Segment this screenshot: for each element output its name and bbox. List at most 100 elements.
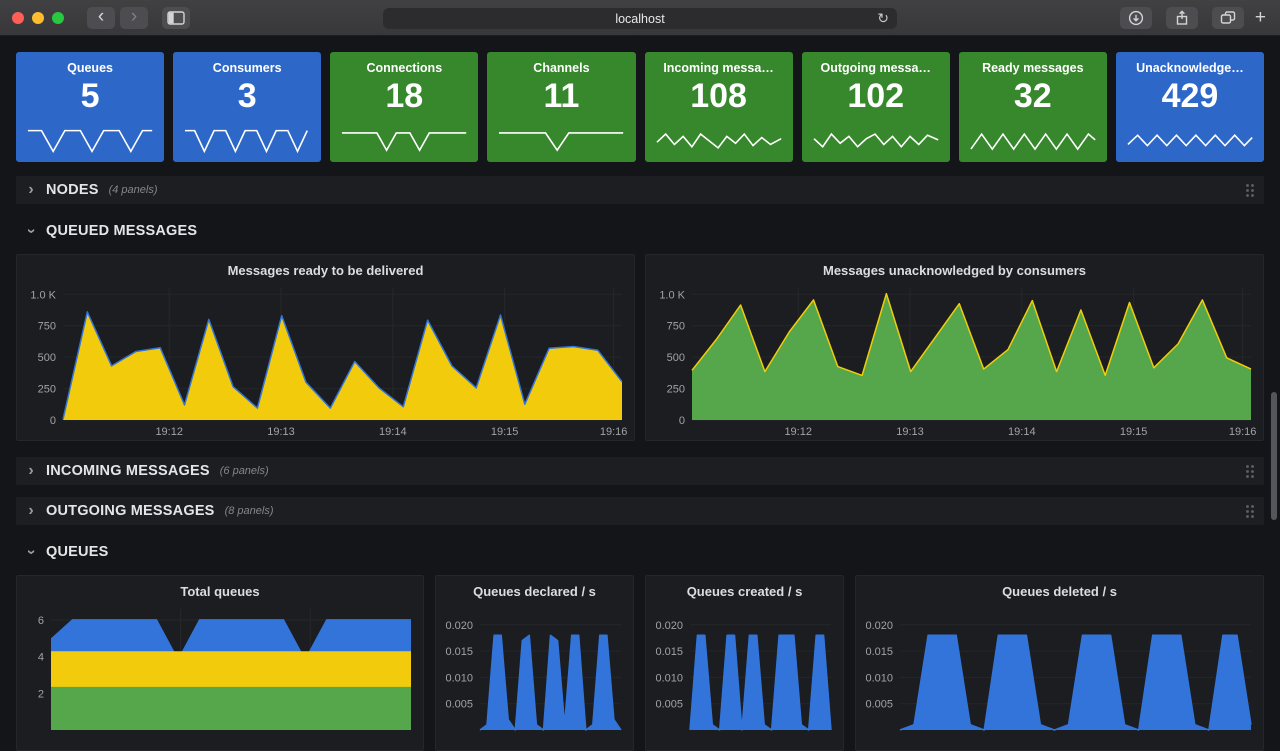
stat-panel-consumers: Consumers 3 bbox=[173, 52, 321, 162]
svg-text:0.020: 0.020 bbox=[655, 620, 683, 632]
svg-text:0.005: 0.005 bbox=[865, 699, 893, 711]
svg-text:1.0 K: 1.0 K bbox=[30, 289, 56, 301]
stat-title[interactable]: Ready messages bbox=[982, 61, 1083, 75]
svg-text:19:14: 19:14 bbox=[1008, 426, 1036, 438]
row-panel-count: (4 panels) bbox=[109, 184, 158, 196]
svg-text:2: 2 bbox=[38, 688, 44, 700]
svg-text:19:16: 19:16 bbox=[600, 426, 628, 438]
chevron-right-icon: › bbox=[25, 502, 37, 520]
messages-unacknowledged-chart[interactable]: 19:1219:1319:1419:1519:1602505007501.0 K bbox=[646, 280, 1263, 440]
sparkline bbox=[969, 126, 1097, 156]
dashboard: Queues 5 Consumers 3 Connections 18 Chan… bbox=[0, 52, 1280, 751]
svg-text:19:15: 19:15 bbox=[1120, 426, 1148, 438]
queues-created-chart[interactable]: 0.0050.0100.0150.020 bbox=[646, 601, 843, 750]
svg-text:0.015: 0.015 bbox=[865, 646, 893, 658]
svg-text:0.020: 0.020 bbox=[865, 620, 893, 632]
svg-text:250: 250 bbox=[667, 384, 685, 396]
downloads-button[interactable] bbox=[1120, 7, 1152, 29]
svg-text:0: 0 bbox=[679, 415, 685, 427]
forward-button[interactable]: › bbox=[120, 7, 148, 29]
drag-handle-icon[interactable] bbox=[1245, 504, 1255, 519]
panel-title[interactable]: Queues created / s bbox=[646, 576, 843, 601]
tab-overview-button[interactable] bbox=[1212, 7, 1244, 29]
svg-text:0.005: 0.005 bbox=[445, 699, 473, 711]
stat-title[interactable]: Queues bbox=[67, 61, 113, 75]
back-button[interactable]: ‹ bbox=[87, 7, 115, 29]
sparkline bbox=[1126, 126, 1254, 156]
panel-queues-declared: Queues declared / s 0.0050.0100.0150.020 bbox=[435, 575, 634, 751]
svg-text:250: 250 bbox=[38, 384, 56, 396]
stat-value: 18 bbox=[385, 77, 423, 116]
chevron-down-icon: › bbox=[22, 225, 40, 237]
panel-messages-ready: Messages ready to be delivered 19:12 19:1… bbox=[16, 254, 635, 441]
reload-icon[interactable]: ↻ bbox=[877, 10, 889, 27]
stat-panels-row: Queues 5 Consumers 3 Connections 18 Chan… bbox=[16, 52, 1264, 162]
svg-text:19:14: 19:14 bbox=[379, 426, 407, 438]
stat-panel-unacknowledged-messages: Unacknowledge… 429 bbox=[1116, 52, 1264, 162]
messages-ready-chart[interactable]: 19:1219:1319:1419:1519:1602505007501.0 K bbox=[17, 280, 634, 440]
drag-handle-icon[interactable] bbox=[1245, 183, 1255, 198]
svg-text:4: 4 bbox=[38, 652, 44, 664]
panel-title[interactable]: Messages ready to be delivered bbox=[17, 255, 634, 280]
sparkline bbox=[183, 126, 311, 156]
row-outgoing-messages[interactable]: › OUTGOING MESSAGES (8 panels) bbox=[16, 497, 1264, 525]
queues-declared-chart[interactable]: 0.0050.0100.0150.020 bbox=[436, 601, 633, 750]
svg-text:19:12: 19:12 bbox=[155, 426, 183, 438]
stat-title[interactable]: Incoming messa… bbox=[663, 61, 773, 75]
new-tab-button[interactable]: + bbox=[1253, 7, 1268, 29]
svg-text:750: 750 bbox=[667, 321, 685, 333]
row-nodes[interactable]: › NODES (4 panels) bbox=[16, 176, 1264, 204]
svg-text:500: 500 bbox=[667, 352, 685, 364]
close-window-button[interactable] bbox=[12, 12, 24, 24]
stat-value: 32 bbox=[1014, 77, 1052, 116]
tabs-icon bbox=[1220, 10, 1236, 25]
stat-title[interactable]: Unacknowledge… bbox=[1136, 61, 1244, 75]
svg-text:500: 500 bbox=[38, 352, 56, 364]
url-text: localhost bbox=[615, 12, 664, 26]
svg-text:19:13: 19:13 bbox=[267, 426, 295, 438]
stat-value: 429 bbox=[1162, 77, 1219, 116]
window-controls bbox=[12, 12, 72, 24]
svg-text:19:12: 19:12 bbox=[784, 426, 812, 438]
panel-title[interactable]: Messages unacknowledged by consumers bbox=[646, 255, 1263, 280]
stat-title[interactable]: Consumers bbox=[213, 61, 282, 75]
row-incoming-messages[interactable]: › INCOMING MESSAGES (6 panels) bbox=[16, 457, 1264, 485]
svg-text:19:15: 19:15 bbox=[491, 426, 519, 438]
sidebar-icon bbox=[167, 11, 185, 25]
queues-panels: Total queues 246 Queues declared / s 0.0… bbox=[16, 575, 1264, 751]
chevron-right-icon: › bbox=[25, 462, 37, 480]
stat-title[interactable]: Outgoing messa… bbox=[820, 61, 930, 75]
stat-panel-queues: Queues 5 bbox=[16, 52, 164, 162]
stat-title[interactable]: Channels bbox=[533, 61, 589, 75]
scrollbar-thumb[interactable] bbox=[1271, 392, 1277, 520]
share-icon bbox=[1174, 10, 1190, 26]
sparkline bbox=[812, 126, 940, 156]
panel-title[interactable]: Queues deleted / s bbox=[856, 576, 1263, 601]
panel-title[interactable]: Queues declared / s bbox=[436, 576, 633, 601]
panel-title[interactable]: Total queues bbox=[17, 576, 423, 601]
total-queues-chart[interactable]: 246 bbox=[17, 601, 423, 750]
zoom-window-button[interactable] bbox=[52, 12, 64, 24]
svg-text:0.015: 0.015 bbox=[655, 646, 683, 658]
row-title: QUEUES bbox=[46, 544, 108, 560]
row-panel-count: (8 panels) bbox=[225, 505, 274, 517]
row-queues[interactable]: › QUEUES bbox=[16, 537, 1264, 567]
row-panel-count: (6 panels) bbox=[220, 465, 269, 477]
row-title: QUEUED MESSAGES bbox=[46, 223, 197, 239]
share-button[interactable] bbox=[1166, 7, 1198, 29]
svg-text:19:13: 19:13 bbox=[896, 426, 924, 438]
stat-title[interactable]: Connections bbox=[366, 61, 442, 75]
minimize-window-button[interactable] bbox=[32, 12, 44, 24]
svg-text:0.010: 0.010 bbox=[445, 672, 473, 684]
sidebar-toggle-button[interactable] bbox=[162, 7, 190, 29]
stat-value: 5 bbox=[81, 77, 100, 116]
stat-panel-outgoing-messages: Outgoing messa… 102 bbox=[802, 52, 950, 162]
chevron-right-icon: › bbox=[25, 181, 37, 199]
sparkline bbox=[340, 126, 468, 156]
queues-deleted-chart[interactable]: 0.005 0.010 0.015 0.020 bbox=[856, 601, 1263, 750]
address-bar[interactable]: localhost ↻ bbox=[383, 8, 897, 29]
svg-text:0.010: 0.010 bbox=[865, 672, 893, 684]
row-queued-messages[interactable]: › QUEUED MESSAGES bbox=[16, 216, 1264, 246]
download-icon bbox=[1128, 10, 1144, 26]
drag-handle-icon[interactable] bbox=[1245, 464, 1255, 479]
